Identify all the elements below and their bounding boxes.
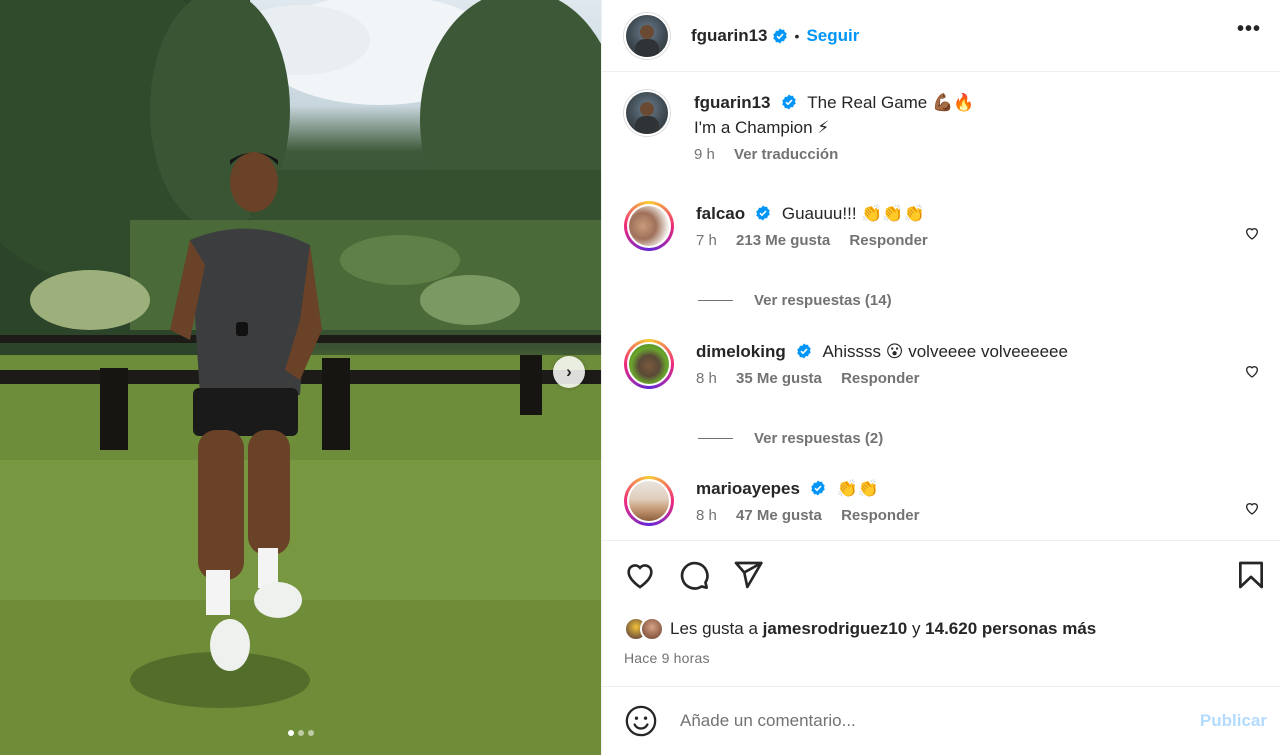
author-avatar[interactable] [624,90,670,136]
bookmark-icon[interactable] [1235,559,1267,591]
caption-text: The Real Game 💪🏾🔥 [807,93,975,112]
comment-avatar[interactable] [624,339,674,389]
comment-username[interactable]: falcao [696,204,745,223]
carousel-dot [297,730,304,736]
comment-text: 👏👏 [836,479,880,498]
likes-connector: y [911,619,921,638]
like-comment-heart-icon[interactable] [1244,363,1260,379]
comment-avatar[interactable] [624,201,674,251]
comment-icon[interactable] [678,559,710,591]
follow-button[interactable]: Seguir [806,26,859,46]
comment-avatar[interactable] [624,476,674,526]
verified-icon [811,480,825,496]
post-header: fguarin13 • Seguir ••• [602,0,1280,72]
post-panel: fguarin13 • Seguir ••• fguarin13 The Rea… [601,0,1280,755]
chevron-right-icon: › [566,362,572,381]
replies-line [698,438,733,439]
comment-input[interactable]: Añade un comentario... [680,711,1280,731]
more-options-icon[interactable]: ••• [1237,18,1261,41]
comments-list[interactable]: fguarin13 The Real Game 💪🏾🔥 I'm a Champi… [602,73,1280,539]
likes-prefix: Les gusta a [670,619,758,638]
caption: fguarin13 The Real Game 💪🏾🔥 I'm a Champi… [624,90,974,163]
carousel-dot [287,730,294,736]
verified-icon [772,28,787,43]
author-username[interactable]: fguarin13 [691,26,768,46]
comment-username[interactable]: dimeloking [696,342,786,361]
comment-likes[interactable]: 213 Me gusta [736,232,830,249]
likes-summary[interactable]: Les gusta a jamesrodriguez10 y 14.620 pe… [624,617,1096,641]
liker-username[interactable]: jamesrodriguez10 [763,619,908,638]
view-replies-button[interactable]: Ver respuestas (2) [698,430,883,447]
comment-time[interactable]: 7 h [696,232,717,249]
add-comment-bar: Añade un comentario... Publicar [602,686,1280,755]
caption-username[interactable]: fguarin13 [694,93,771,112]
emoji-icon[interactable] [624,704,658,738]
liker-avatar [640,617,664,641]
like-comment-heart-icon[interactable] [1244,500,1260,516]
comment-likes[interactable]: 35 Me gusta [736,370,822,387]
comment: dimeloking Ahissss 😮 volveeee volveeeeee… [624,339,1264,389]
reply-button[interactable]: Responder [841,370,919,387]
replies-line [698,300,733,301]
likes-others[interactable]: 14.620 personas más [925,619,1096,638]
comment-likes[interactable]: 47 Me gusta [736,507,822,524]
comment: falcao Guauuu!!! 👏👏👏 7 h 213 Me gusta Re… [624,201,1264,251]
carousel-indicator [0,730,601,736]
caption-time[interactable]: 9 h [694,146,715,163]
view-replies-label: Ver respuestas (2) [754,430,884,447]
post-time[interactable]: Hace 9 horas [624,650,710,666]
comment-text: Ahissss 😮 volveeee volveeeeee [822,342,1068,361]
caption-text-line2: I'm a Champion ⚡ [694,118,830,137]
photo-scene [0,0,601,755]
next-photo-button[interactable]: › [553,356,585,388]
like-comment-heart-icon[interactable] [1244,225,1260,241]
carousel-dot [307,730,314,736]
verified-icon [781,94,796,110]
reply-button[interactable]: Responder [841,507,919,524]
view-replies-button[interactable]: Ver respuestas (14) [698,292,892,309]
comment-username[interactable]: marioayepes [696,479,800,498]
view-replies-label: Ver respuestas (14) [754,292,892,309]
comment-time[interactable]: 8 h [696,507,717,524]
publish-button[interactable]: Publicar [1200,711,1267,731]
comment: marioayepes 👏👏 8 h 47 Me gusta Responder [624,476,1264,526]
reply-button[interactable]: Responder [849,232,927,249]
post-actions: Les gusta a jamesrodriguez10 y 14.620 pe… [602,540,1280,686]
author-avatar[interactable] [624,12,670,59]
verified-icon [797,343,811,359]
post-photo[interactable]: › [0,0,601,755]
comment-time[interactable]: 8 h [696,370,717,387]
separator-dot: • [794,27,800,44]
like-heart-icon[interactable] [624,559,656,591]
translate-link[interactable]: Ver traducción [734,146,838,163]
comment-text: Guauuu!!! 👏👏👏 [781,204,925,223]
share-icon[interactable] [732,559,764,591]
verified-icon [756,205,770,221]
